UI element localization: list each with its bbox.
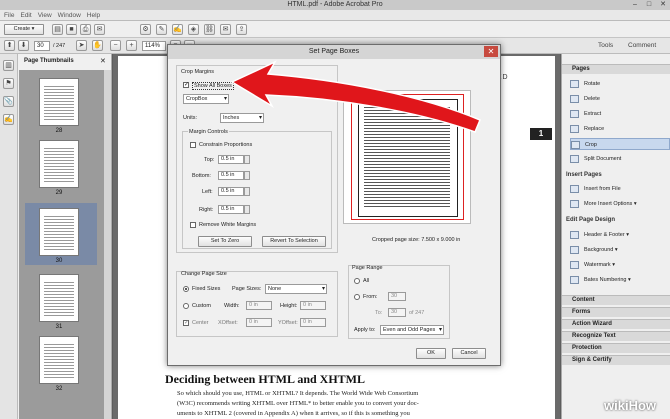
wikihow-watermark: wikiHow [604,398,657,413]
red-arrow-annotation [230,60,481,133]
